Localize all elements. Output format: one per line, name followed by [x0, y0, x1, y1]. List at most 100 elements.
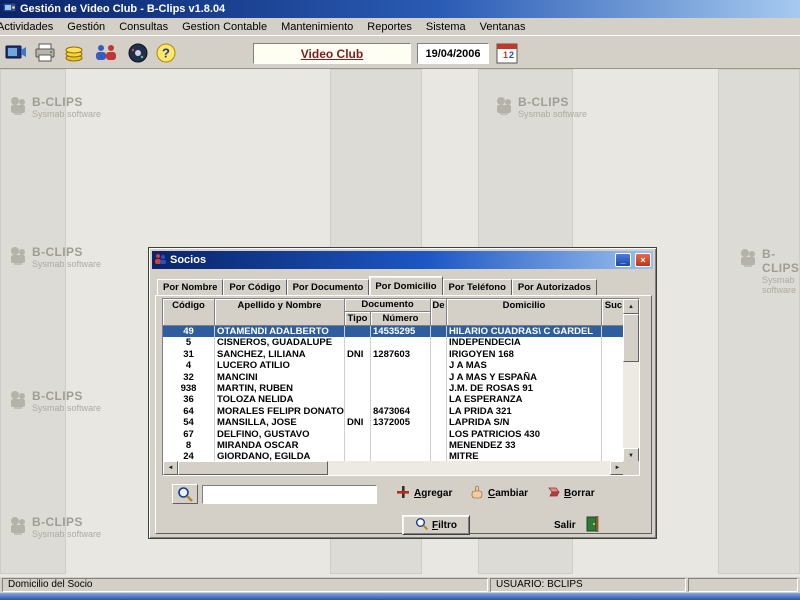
watermark-subtitle: Sysmab software	[32, 109, 102, 119]
watermark-icon	[8, 95, 28, 120]
agregar-button[interactable]: Agregar	[396, 485, 452, 502]
close-button[interactable]: ×	[635, 253, 651, 267]
cash-icon[interactable]	[60, 39, 88, 66]
menu-item-mantenimiento[interactable]: Mantenimiento	[274, 19, 360, 35]
menu-item-gestion-contable[interactable]: Gestion Contable	[175, 19, 274, 35]
tab-por-autorizados[interactable]: Por Autorizados	[511, 279, 597, 296]
cell-suc	[602, 406, 625, 417]
filtro-button[interactable]: Filtro	[402, 515, 470, 535]
watermark-subtitle: Sysmab software	[32, 529, 102, 539]
column-header-numero: Número	[371, 312, 431, 326]
cell-apellido: OTAMENDI ADALBERTO	[215, 326, 345, 338]
cell-codigo: 32	[163, 371, 215, 383]
filter-magnifier-icon	[415, 517, 429, 533]
add-icon	[396, 485, 410, 502]
scroll-left-button[interactable]: ◄	[163, 461, 178, 475]
horizontal-scroll-thumb[interactable]	[178, 461, 328, 475]
watermark-logo: B-CLIPSSysmab software	[738, 247, 800, 295]
cell-numero	[371, 337, 431, 349]
column-header-documento: Documento	[345, 299, 431, 312]
watermark-logo: B-CLIPSSysmab software	[494, 95, 587, 120]
cell-apellido: DELFINO, GUSTAVO	[215, 428, 345, 440]
cell-de	[431, 348, 447, 361]
printer-icon[interactable]	[31, 39, 59, 66]
table-row[interactable]: 54 MANSILLA, JOSE DNI 1372005 LAPRIDA S/N	[163, 417, 625, 429]
cell-suc	[602, 417, 625, 428]
table-row[interactable]: 49 OTAMENDI ADALBERTO 14535295 HILARIO CUAD…	[163, 326, 625, 338]
cambiar-button[interactable]: Cambiar	[470, 485, 528, 502]
watermark-icon	[494, 95, 514, 120]
svg-text:1: 1	[503, 50, 508, 60]
app-icon[interactable]	[2, 1, 17, 17]
cell-codigo: 36	[163, 394, 215, 406]
search-button[interactable]	[172, 484, 198, 504]
table-row[interactable]: 31 SANCHEZ, LILIANA DNI 1287603 IRIGOYEN 168	[163, 348, 625, 361]
table-row[interactable]: 32 MANCINI J A MAS Y ESPAÑA	[163, 371, 625, 383]
tab-por-telefono[interactable]: Por Teléfono	[442, 279, 512, 296]
disc-icon[interactable]	[124, 39, 152, 66]
table-row[interactable]: 5 CISNEROS, GUADALUPE INDEPENDECIA	[163, 337, 625, 349]
menu-item-actividades[interactable]: Actividades	[0, 19, 60, 35]
search-input[interactable]	[202, 485, 377, 504]
cell-tipo	[345, 428, 371, 440]
menu-bar: Actividades Gestión Consultas Gestion Conta…	[0, 18, 800, 35]
watermark-subtitle: Sysmab software	[762, 275, 797, 295]
cell-suc	[602, 349, 625, 360]
socios-dialog: Socios _ × Por Nombre Por Código Por Docum…	[148, 247, 657, 539]
calendar-icon[interactable]: 12	[494, 40, 520, 66]
cell-domicilio: INDEPENDECIA	[447, 337, 602, 349]
cell-numero: 8473064	[371, 405, 431, 418]
cell-codigo: 4	[163, 360, 215, 372]
watermark-brand: B-CLIPS	[518, 95, 569, 109]
menu-item-sistema[interactable]: Sistema	[419, 19, 473, 35]
watermark-logo: B-CLIPSSysmab software	[8, 245, 101, 270]
menu-item-gestion[interactable]: Gestión	[60, 19, 112, 35]
menu-item-ventanas[interactable]: Ventanas	[473, 19, 533, 35]
table-row[interactable]: 36 TOLOZA NELIDA LA ESPERANZA	[163, 394, 625, 406]
dialog-title: Socios	[170, 254, 207, 266]
cell-tipo	[345, 337, 371, 349]
minimize-button[interactable]: _	[615, 253, 631, 267]
cell-numero	[371, 428, 431, 440]
vertical-scrollbar[interactable]: ▲ ▼	[623, 299, 639, 463]
grid-body: 49 OTAMENDI ADALBERTO 14535295 HILARIO CUAD…	[163, 326, 625, 463]
cell-tipo	[345, 382, 371, 395]
video-exit-icon[interactable]	[2, 39, 30, 66]
salir-button[interactable]: Salir	[554, 516, 599, 535]
tab-por-nombre[interactable]: Por Nombre	[157, 279, 224, 296]
tab-por-codigo[interactable]: Por Código	[223, 279, 287, 296]
borrar-button[interactable]: Borrar	[545, 485, 595, 502]
date-display: 19/04/2006	[417, 43, 489, 64]
tab-por-domicilio[interactable]: Por Domicilio	[369, 276, 443, 296]
cell-de	[431, 428, 447, 440]
menu-item-reportes[interactable]: Reportes	[360, 19, 419, 35]
cell-de	[431, 371, 447, 383]
cell-de	[431, 394, 447, 406]
table-row[interactable]: 67 DELFINO, GUSTAVO LOS PATRICIOS 430	[163, 428, 625, 440]
table-row[interactable]: 8 MIRANDA OSCAR MENENDEZ 33	[163, 439, 625, 452]
app-label: Video Club	[300, 46, 364, 61]
watermark-brand: B-CLIPS	[32, 95, 83, 109]
cell-tipo	[345, 394, 371, 406]
status-extra	[688, 578, 798, 592]
tab-por-documento[interactable]: Por Documento	[286, 279, 370, 296]
scroll-up-button[interactable]: ▲	[623, 299, 639, 314]
cell-suc	[602, 383, 625, 394]
members-icon[interactable]	[92, 39, 120, 66]
vertical-scroll-thumb[interactable]	[623, 314, 639, 362]
table-row[interactable]: 938 MARTIN, RUBEN J.M. DE ROSAS 91	[163, 382, 625, 395]
tab-strip: Por Nombre Por Código Por Documento Por Dom…	[157, 276, 597, 296]
watermark-icon	[8, 245, 28, 270]
menu-item-consultas[interactable]: Consultas	[112, 19, 175, 35]
table-row[interactable]: 64 MORALES FELIPR DONATO 8473064 LA PRIDA 3…	[163, 405, 625, 418]
column-header-tipo: Tipo	[345, 312, 371, 326]
watermark-brand: B-CLIPS	[32, 515, 83, 529]
cell-numero: 14535295	[371, 326, 431, 338]
horizontal-scrollbar[interactable]: ◄ ►	[163, 461, 625, 475]
borrar-label: Borrar	[564, 488, 595, 499]
title-bar[interactable]: Gestión de Video Club - B-Clips v1.8.04	[0, 0, 800, 18]
dialog-title-bar[interactable]: Socios _ ×	[152, 251, 653, 269]
cell-domicilio: MENENDEZ 33	[447, 439, 602, 452]
help-icon[interactable]: ?	[152, 39, 180, 66]
table-row[interactable]: 4 LUCERO ATILIO J A MAS	[163, 360, 625, 372]
